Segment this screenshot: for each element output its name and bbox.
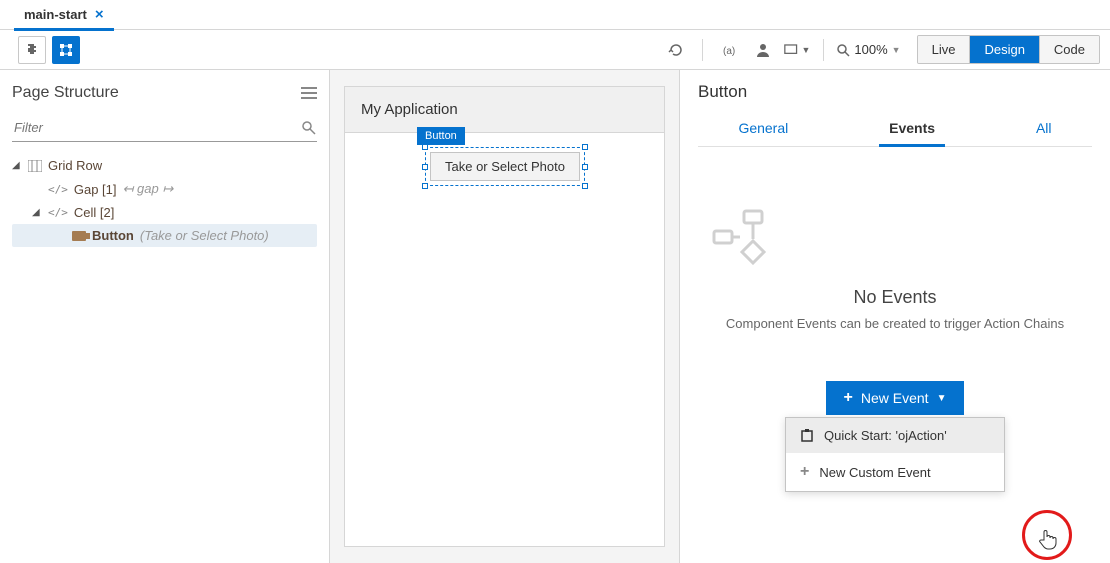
tree-node-gap[interactable]: </> Gap [1] ↤ gap ↦ <box>12 177 317 201</box>
tree-node-button[interactable]: Button (Take or Select Photo) <box>12 224 317 247</box>
grid-icon <box>28 160 42 172</box>
view-mode-group: Live Design Code <box>917 35 1100 64</box>
filter-input[interactable] <box>12 114 301 141</box>
mode-code-button[interactable]: Code <box>1039 36 1099 63</box>
toolbar-divider <box>702 39 703 61</box>
plus-icon: + <box>800 463 809 481</box>
panel-title-label: Page Structure <box>12 84 119 102</box>
dropdown-label: Quick Start: 'ojAction' <box>824 428 947 443</box>
tree-hint: (Take or Select Photo) <box>140 228 269 243</box>
tree-label: Grid Row <box>48 158 102 173</box>
flow-icon <box>708 207 1082 267</box>
chevron-down-icon: ▼ <box>802 45 811 55</box>
file-tab-main-start[interactable]: main-start × <box>14 0 114 30</box>
resize-handle[interactable] <box>582 164 588 170</box>
translate-button[interactable]: (a) <box>715 36 743 64</box>
selection-outline[interactable]: Take or Select Photo <box>425 147 585 186</box>
search-icon <box>836 43 850 57</box>
tree-label: Gap [1] <box>74 182 117 197</box>
structure-view-button[interactable] <box>52 36 80 64</box>
annotation-circle <box>1022 510 1072 560</box>
canvas-button-component[interactable]: Take or Select Photo <box>430 152 580 181</box>
properties-tabs: General Events All <box>698 112 1092 147</box>
code-icon: </> <box>48 206 68 219</box>
tree-node-cell[interactable]: ◢ </> Cell [2] <box>12 201 317 224</box>
empty-subtitle: Component Events can be created to trigg… <box>708 316 1082 331</box>
chevron-down-icon: ▼ <box>937 393 947 404</box>
close-icon[interactable]: × <box>95 6 104 23</box>
new-event-label: New Event <box>861 390 929 406</box>
zoom-value: 100% <box>854 42 887 57</box>
tree-node-grid-row[interactable]: ◢ Grid Row <box>12 154 317 177</box>
events-empty-state: No Events Component Events can be create… <box>698 147 1092 351</box>
resize-handle[interactable] <box>422 144 428 150</box>
page-structure-panel: Page Structure ◢ Grid Row </> Gap [1] ↤ … <box>0 70 330 563</box>
resize-handle[interactable] <box>422 183 428 189</box>
file-tabbar: main-start × <box>0 0 1110 30</box>
panel-menu-icon[interactable] <box>301 86 317 100</box>
zoom-control[interactable]: 100% ▼ <box>836 42 900 57</box>
dropdown-item-custom[interactable]: + New Custom Event <box>786 453 1004 491</box>
quickstart-icon <box>800 429 814 443</box>
tab-all[interactable]: All <box>1032 112 1056 146</box>
mode-live-button[interactable]: Live <box>918 36 970 63</box>
mode-design-button[interactable]: Design <box>969 36 1038 63</box>
button-icon <box>72 231 86 241</box>
svg-text:(a): (a) <box>723 46 735 57</box>
search-icon[interactable] <box>301 120 317 136</box>
components-palette-button[interactable] <box>18 36 46 64</box>
new-event-button[interactable]: + New Event ▼ <box>826 381 965 415</box>
tree-label: Button <box>92 228 134 243</box>
caret-icon: ◢ <box>32 207 42 218</box>
new-event-dropdown: Quick Start: 'ojAction' + New Custom Eve… <box>785 417 1005 492</box>
tree-hint: ↤ gap ↦ <box>123 181 174 197</box>
dropdown-item-quickstart[interactable]: Quick Start: 'ojAction' <box>786 418 1004 453</box>
dropdown-label: New Custom Event <box>819 465 930 480</box>
app-header: My Application <box>345 87 664 133</box>
file-tab-label: main-start <box>24 7 87 22</box>
top-toolbar: (a) ▼ 100% ▼ Live Design Code <box>0 30 1110 70</box>
reload-button[interactable] <box>662 36 690 64</box>
tab-general[interactable]: General <box>734 112 792 146</box>
cursor-icon <box>1038 528 1058 550</box>
resize-handle[interactable] <box>422 164 428 170</box>
app-frame: My Application Button Take or Select Pho… <box>344 86 665 547</box>
tree-label: Cell [2] <box>74 205 114 220</box>
component-tag-label: Button <box>417 127 465 145</box>
design-canvas[interactable]: My Application Button Take or Select Pho… <box>330 70 680 563</box>
resize-handle[interactable] <box>582 144 588 150</box>
device-preview-button[interactable]: ▼ <box>783 36 811 64</box>
code-icon: </> <box>48 183 68 196</box>
user-roles-button[interactable] <box>749 36 777 64</box>
toolbar-divider <box>823 39 824 61</box>
structure-tree: ◢ Grid Row </> Gap [1] ↤ gap ↦ ◢ </> Cel… <box>12 154 317 247</box>
caret-icon: ◢ <box>12 160 22 171</box>
chevron-down-icon: ▼ <box>892 45 901 55</box>
empty-title: No Events <box>708 287 1082 308</box>
properties-title: Button <box>698 82 1092 102</box>
plus-icon: + <box>844 389 853 407</box>
resize-handle[interactable] <box>582 183 588 189</box>
properties-panel: Button General Events All No Events Comp… <box>680 70 1110 563</box>
tab-events[interactable]: Events <box>885 112 939 146</box>
